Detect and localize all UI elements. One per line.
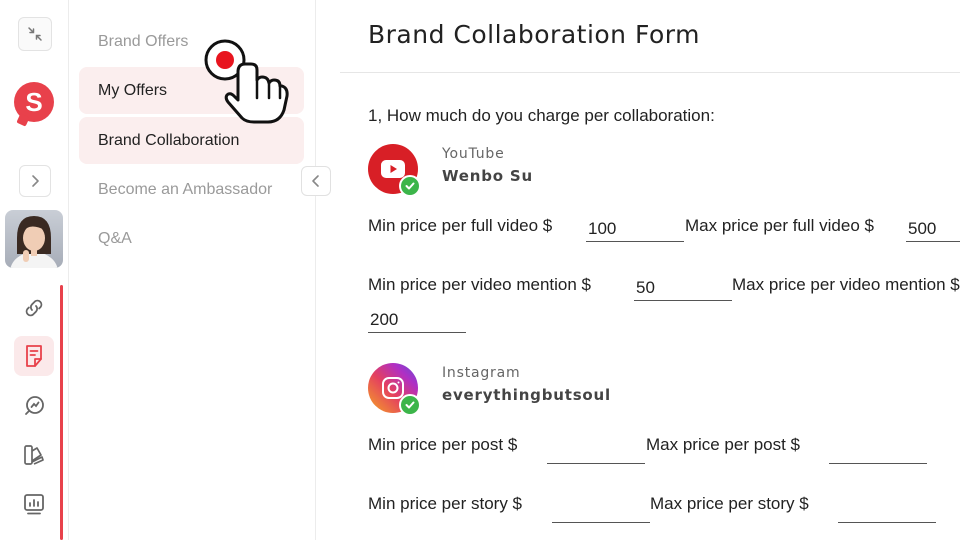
sidebar-item-qa[interactable]: Q&A [79, 215, 304, 262]
main-content: Brand Collaboration Form 1, How much do … [316, 0, 960, 540]
collapse-sidebar-button[interactable] [301, 166, 331, 196]
sidebar-item-label: Q&A [98, 229, 132, 247]
sidebar-item-become-ambassador[interactable]: Become an Ambassador [79, 166, 304, 213]
verified-check-icon [399, 175, 421, 197]
analytics-icon[interactable] [14, 484, 54, 524]
logo-letter: S [25, 86, 43, 117]
question-label: 1, How much do you charge per collaborat… [368, 106, 715, 125]
platform-name: YouTube [442, 146, 505, 162]
page-title: Brand Collaboration Form [368, 20, 700, 49]
max-full-video-price-input[interactable] [906, 216, 960, 242]
verified-check-icon [399, 394, 421, 416]
app-logo[interactable]: S [14, 82, 54, 122]
collapse-icon[interactable] [18, 17, 52, 51]
platform-handle: everythingbutsoul [442, 386, 611, 404]
page-header: Brand Collaboration Form [340, 0, 960, 73]
instagram-platform-header: Instagram everythingbutsoul [368, 363, 748, 417]
max-post-price-input[interactable] [829, 438, 927, 464]
min-story-price-input[interactable] [552, 497, 650, 523]
explore-icon[interactable] [14, 386, 54, 426]
platform-name: Instagram [442, 365, 521, 381]
expand-sidebar-button[interactable] [19, 165, 51, 197]
max-video-mention-price-input[interactable] [368, 307, 466, 333]
min-video-mention-price-input[interactable] [634, 275, 732, 301]
avatar[interactable] [5, 210, 63, 268]
min-full-video-label: Min price per full video $ [368, 216, 553, 235]
youtube-platform-header: YouTube Wenbo Su [368, 144, 748, 198]
chevron-left-icon [312, 175, 319, 187]
min-story-label: Min price per story $ [368, 494, 522, 513]
sidebar-item-label: Brand Collaboration [98, 131, 240, 149]
min-post-price-input[interactable] [547, 438, 645, 464]
max-full-video-label: Max price per full video $ [685, 216, 874, 235]
palette-icon[interactable] [14, 435, 54, 475]
link-icon[interactable] [14, 288, 54, 328]
chevron-right-icon [32, 175, 39, 187]
max-video-mention-label: Max price per video mention $ [732, 275, 960, 294]
rail-scroll-indicator [60, 285, 63, 540]
platform-handle: Wenbo Su [442, 167, 534, 185]
sidebar-item-label: My Offers [98, 81, 168, 99]
max-post-label: Max price per post $ [646, 435, 801, 454]
max-story-price-input[interactable] [838, 497, 936, 523]
document-icon[interactable] [14, 336, 54, 376]
sidebar-item-label: Brand Offers [98, 32, 189, 50]
sidebar-item-label: Become an Ambassador [98, 180, 273, 198]
min-post-label: Min price per post $ [368, 435, 518, 454]
max-story-label: Max price per story $ [650, 494, 809, 513]
icon-rail: S [0, 0, 69, 540]
min-full-video-price-input[interactable] [586, 216, 684, 242]
pointer-hand-icon [200, 38, 296, 129]
min-video-mention-label: Min price per video mention $ [368, 275, 592, 294]
